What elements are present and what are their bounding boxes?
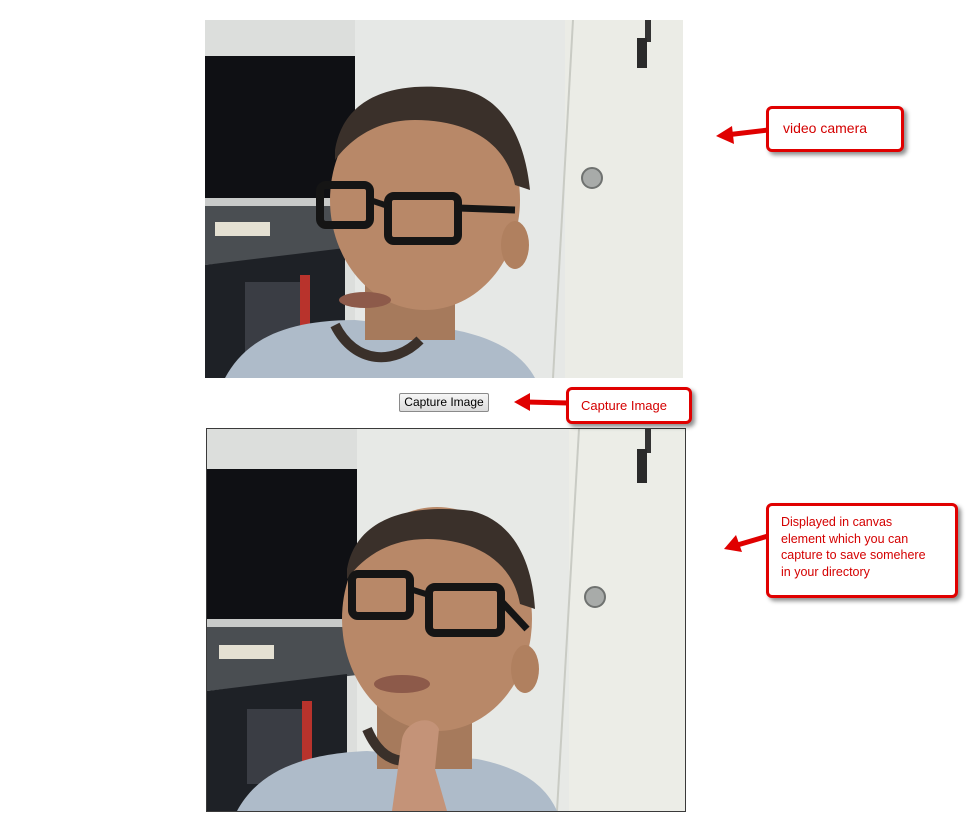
capture-image-callout-text: Capture Image (581, 398, 667, 413)
page: Capture Image video camera Capture Image… (0, 0, 968, 828)
video-camera-callout-text: video camera (783, 120, 868, 136)
canvas-callout-line: Displayed in canvas (781, 515, 893, 529)
video-callout-arrow-icon (716, 126, 769, 144)
video-camera-feed (205, 20, 683, 378)
webcam-image (205, 20, 683, 378)
canvas-callout: Displayed in canvas element which you ca… (766, 503, 958, 598)
canvas-callout-arrow-icon (724, 533, 769, 552)
video-camera-callout: video camera (766, 106, 904, 152)
canvas-callout-line: capture to save somehere (781, 548, 926, 562)
captured-image (207, 429, 685, 811)
canvas-callout-line: in your directory (781, 564, 870, 579)
capture-callout-arrow-icon (514, 393, 569, 411)
captured-image-canvas (206, 428, 686, 812)
canvas-callout-line: element which you can (781, 531, 909, 546)
capture-image-callout: Capture Image (566, 387, 692, 424)
capture-image-button[interactable]: Capture Image (399, 393, 489, 412)
